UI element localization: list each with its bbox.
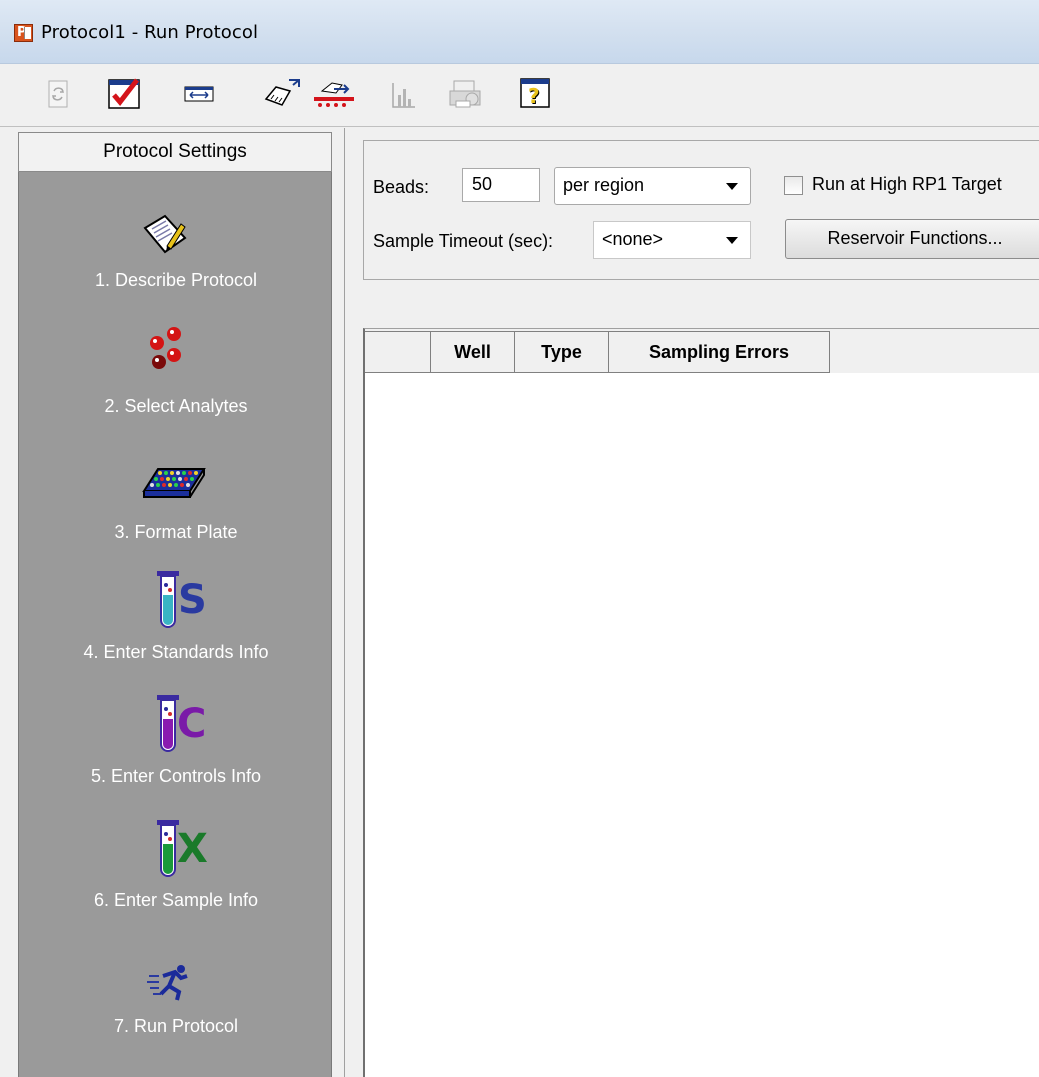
step-format-plate[interactable]: 3. Format Plate [19,420,333,544]
resize-columns-button[interactable] [184,77,216,111]
reservoir-functions-button[interactable]: Reservoir Functions... [785,219,1039,259]
chevron-down-icon [726,183,738,190]
load-plate-icon [264,79,300,106]
help-button[interactable]: ? ? [519,77,553,111]
step-label: 2. Select Analytes [104,396,248,416]
tube-x-icon: X [157,820,208,877]
notepad-pencil-icon [143,214,187,254]
chart-icon [392,83,415,108]
print-button[interactable] [448,77,484,111]
app-icon: P [14,24,33,42]
grid-body [365,373,1039,1077]
tube-c-icon: C [157,695,206,752]
grid-corner-header[interactable] [365,331,431,373]
step-run-protocol[interactable]: 7. Run Protocol [19,916,333,1040]
step-label: 6. Enter Sample Info [93,890,259,910]
timeout-value: <none> [602,229,664,249]
chart-button[interactable] [390,77,420,111]
title-bar: P Protocol1 - Run Protocol [0,0,1039,64]
window-title: Protocol1 - Run Protocol [41,22,259,43]
step-select-analytes[interactable]: 2. Select Analytes [19,296,333,420]
print-icon [449,80,481,108]
refresh-icon [48,80,68,108]
high-rp1-label: Run at High RP1 Target [812,174,1002,194]
beads-unit-value: per region [563,175,645,195]
high-rp1-checkbox[interactable] [784,176,803,195]
protocol-steps-list: 1. Describe Protocol 2. Select Analytes [18,172,332,1077]
load-plate-button[interactable] [263,77,303,111]
beads-icon [150,327,181,369]
svg-text:S: S [178,577,207,623]
svg-text:C: C [177,701,206,747]
timeout-select[interactable]: <none> [593,221,751,259]
protocol-settings-panel: Protocol Settings 1. Describe Protocol 2… [0,128,344,1077]
validate-button[interactable] [107,77,143,111]
plate-icon [142,468,206,498]
step-enter-controls-info[interactable]: C 5. Enter Controls Info [19,668,333,792]
timeout-label: Sample Timeout (sec): [373,231,554,251]
step-enter-standards-info[interactable]: S 4. Enter Standards Info [19,544,333,668]
run-protocol-content: Beads: 50 per region Run at High RP1 Tar… [344,128,1039,1077]
eject-plate-button[interactable] [312,77,356,111]
step-label: 3. Format Plate [114,522,238,542]
protocol-settings-header: Protocol Settings [18,132,332,172]
svg-text:?: ? [528,84,540,108]
eject-plate-icon [314,82,354,107]
runner-icon [147,965,188,1001]
refresh-button[interactable] [48,77,70,111]
toolbar: ? ? [0,65,1039,127]
help-icon: ? ? [520,78,550,109]
svg-text:X: X [177,826,208,872]
validate-checkmark-icon [108,78,140,109]
grid-header-type[interactable]: Type [515,331,609,373]
beads-unit-select[interactable]: per region [554,167,751,205]
step-label: 5. Enter Controls Info [90,766,262,786]
results-grid: Well Type Sampling Errors [363,328,1039,1077]
tube-s-icon: S [157,571,207,628]
step-label: 1. Describe Protocol [94,270,258,290]
resize-columns-icon [184,86,214,102]
chevron-down-icon [726,237,738,244]
beads-input[interactable]: 50 [462,168,540,202]
step-label: 4. Enter Standards Info [83,642,269,662]
run-settings-group: Beads: 50 per region Run at High RP1 Tar… [363,140,1039,280]
step-enter-sample-info[interactable]: X 6. Enter Sample Info [19,792,333,916]
step-label: 7. Run Protocol [113,1016,239,1036]
grid-header-well[interactable]: Well [431,331,515,373]
beads-label: Beads: [373,177,430,197]
step-describe-protocol[interactable]: 1. Describe Protocol [19,172,333,296]
grid-header-sampling-errors[interactable]: Sampling Errors [609,331,830,373]
